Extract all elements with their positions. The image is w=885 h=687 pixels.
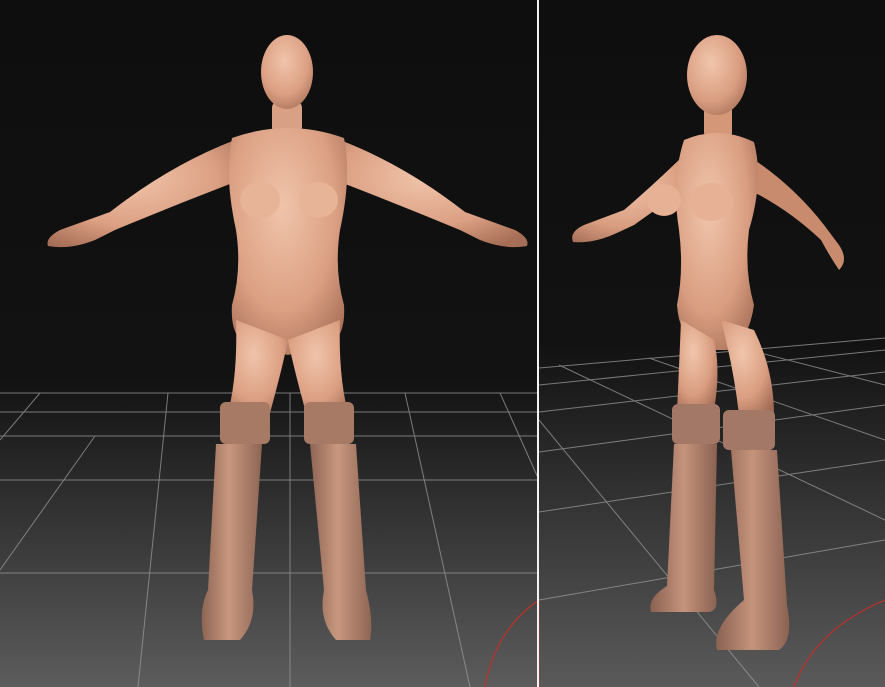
side-view-canvas <box>539 0 885 687</box>
front-viewport[interactable] <box>0 0 539 687</box>
three-quarter-viewport[interactable] <box>539 0 885 687</box>
front-view-canvas <box>0 0 539 687</box>
